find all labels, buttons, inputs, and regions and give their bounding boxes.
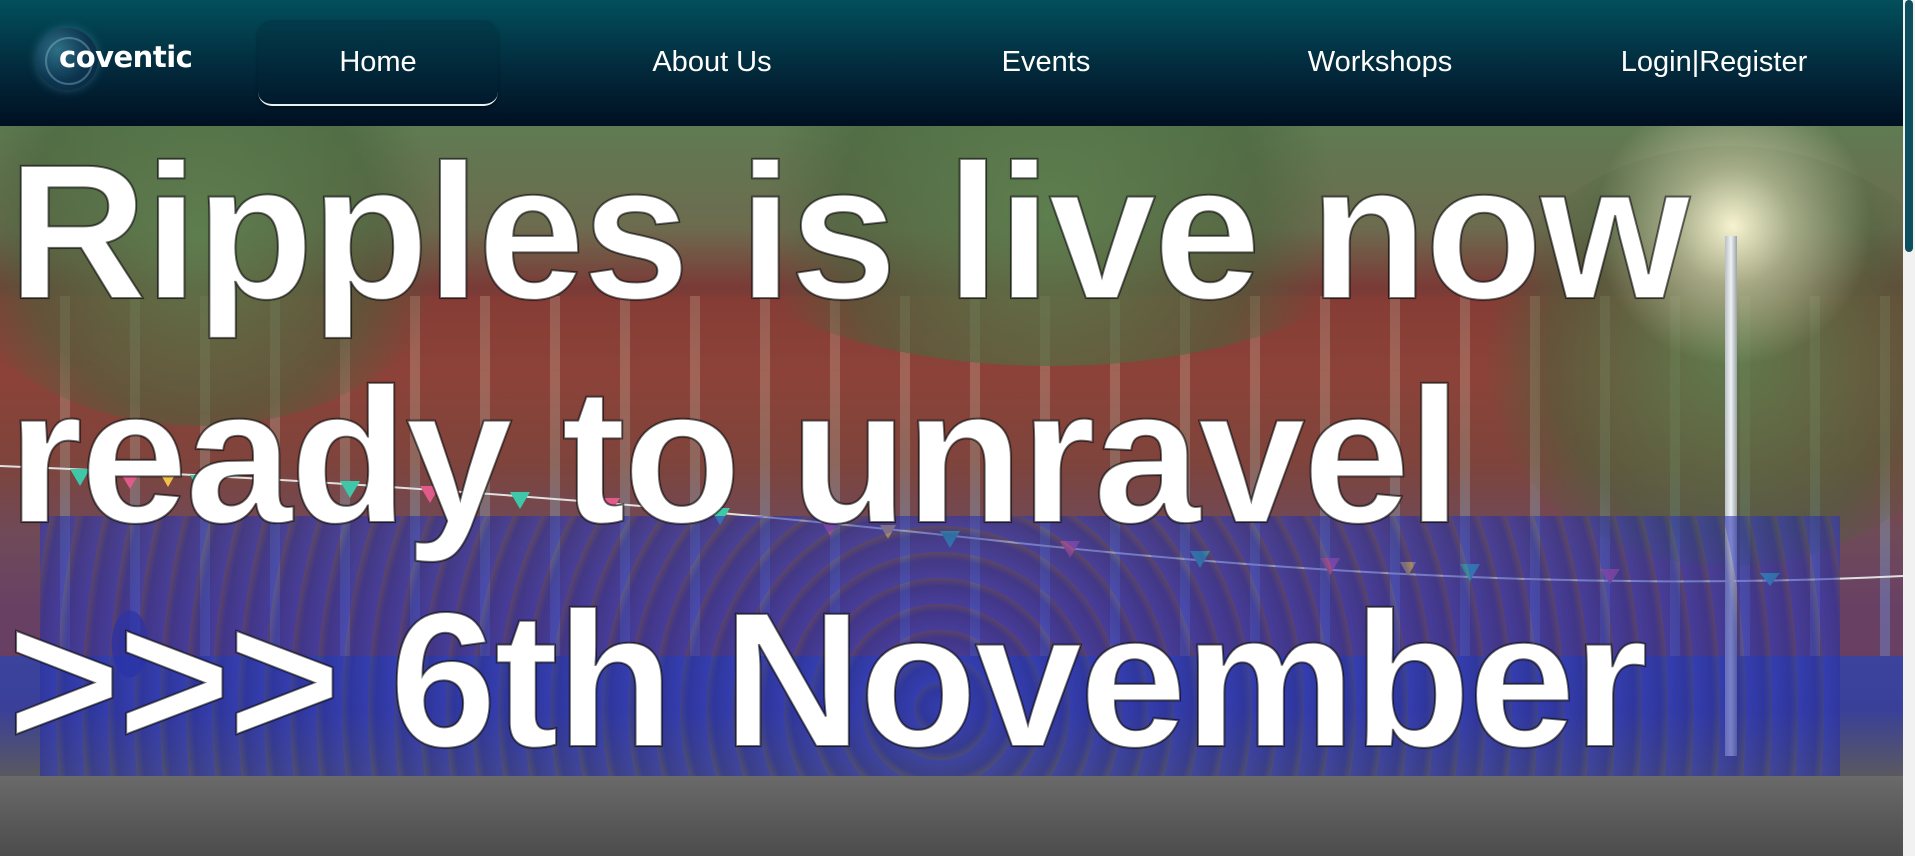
hero-banner: Ripples is live now ready to unravel >>>…	[0, 126, 1903, 856]
nav-login-register-label: Login|Register	[1620, 45, 1808, 78]
hero-line-1: Ripples is live now	[7, 126, 1691, 340]
page-scrollbar[interactable]	[1903, 0, 1915, 856]
brand-logo[interactable]: coventic	[36, 26, 206, 96]
nav-events-label: Events	[1001, 45, 1091, 78]
nav-events[interactable]: Events	[926, 20, 1166, 104]
hero-headline: Ripples is live now ready to unravel >>>…	[7, 126, 1691, 792]
nav-home[interactable]: Home	[258, 20, 498, 106]
nav-login-register[interactable]: Login|Register	[1594, 20, 1834, 104]
scrollbar-thumb[interactable]	[1905, 0, 1913, 252]
nav-about-us[interactable]: About Us	[592, 20, 832, 104]
nav-about-us-label: About Us	[652, 45, 772, 78]
nav-workshops-label: Workshops	[1307, 45, 1453, 78]
hero-line-2: ready to unravel	[7, 347, 1462, 564]
logo-text: coventic	[59, 40, 193, 74]
top-navigation: coventic Home About Us Events Workshops …	[0, 0, 1903, 126]
nav-home-label: Home	[339, 45, 417, 78]
hero-line-3: >>> 6th November	[7, 571, 1649, 788]
nav-workshops[interactable]: Workshops	[1260, 20, 1500, 104]
